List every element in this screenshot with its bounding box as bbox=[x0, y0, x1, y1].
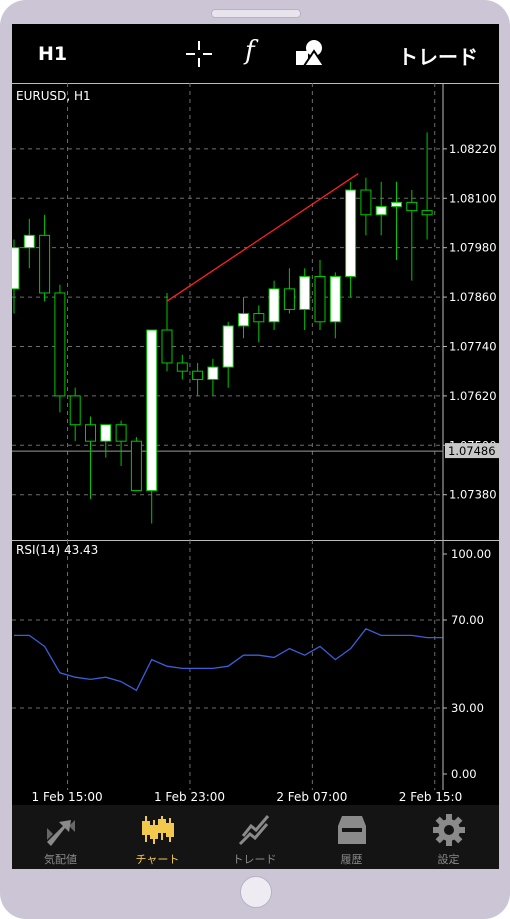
time-tick-label: 2 Feb 15:0 bbox=[399, 790, 462, 804]
candle-body bbox=[100, 424, 112, 442]
candle-body bbox=[222, 325, 234, 368]
candle-body bbox=[192, 370, 204, 380]
nav-label: 履歴 bbox=[340, 853, 363, 866]
candle-body bbox=[314, 276, 326, 323]
price-tick-label: 1.07980 bbox=[449, 241, 497, 255]
nav-label: 気配値 bbox=[44, 853, 77, 866]
candle-body bbox=[406, 201, 418, 212]
time-axis: 1 Feb 15:00 1 Feb 23:00 2 Feb 07:00 2 Feb 1… bbox=[32, 790, 463, 804]
nav-history[interactable]: 履歴 bbox=[303, 805, 400, 869]
nav-label: チャート bbox=[135, 853, 180, 866]
candle-body bbox=[85, 424, 96, 442]
time-tick-label: 2 Feb 07:00 bbox=[276, 790, 347, 804]
candle-body bbox=[253, 313, 265, 323]
home-button[interactable] bbox=[240, 876, 272, 908]
candle-body bbox=[375, 206, 387, 216]
rsi-chart-background bbox=[12, 540, 499, 790]
objects-icon[interactable] bbox=[295, 38, 326, 68]
nav-label: トレード bbox=[232, 853, 277, 866]
indicators-icon[interactable]: f bbox=[245, 36, 255, 66]
rsi-tick-label: 30.00 bbox=[451, 701, 484, 715]
nav-quotes[interactable]: 気配値 bbox=[12, 805, 109, 869]
candle-body bbox=[345, 189, 357, 278]
candle-body bbox=[391, 201, 402, 208]
candle-body bbox=[146, 329, 158, 492]
trade-icon bbox=[238, 815, 270, 846]
candle-body bbox=[176, 362, 188, 372]
symbol-title: EURUSD, H1 bbox=[16, 89, 91, 103]
crosshair-icon[interactable] bbox=[185, 40, 213, 68]
time-tick-label: 1 Feb 23:00 bbox=[154, 790, 225, 804]
top-toolbar: H1 f トレード bbox=[12, 24, 499, 82]
candle-body bbox=[130, 440, 142, 492]
rsi-chart[interactable]: 100.00 70.00 30.00 0.00 RSI(14) 43.43 bbox=[12, 540, 499, 790]
nav-label: 設定 bbox=[437, 853, 460, 866]
rsi-title: RSI(14) 43.43 bbox=[16, 543, 98, 557]
price-tick-label: 1.07740 bbox=[449, 339, 497, 353]
rsi-tick-label: 70.00 bbox=[451, 613, 484, 627]
candle-body bbox=[54, 292, 66, 397]
nav-settings[interactable]: 設定 bbox=[400, 805, 497, 869]
nav-chart[interactable]: チャート bbox=[109, 805, 206, 869]
candle-body bbox=[283, 288, 295, 310]
phone-speaker bbox=[211, 9, 301, 18]
phone-frame: H1 f トレード 1.08220 1.08100 1.07980 1.0786… bbox=[0, 0, 510, 919]
candle-body bbox=[207, 366, 219, 380]
app-screen: H1 f トレード 1.08220 1.08100 1.07980 1.0786… bbox=[12, 24, 499, 869]
price-tick-label: 1.08100 bbox=[449, 191, 497, 205]
candle-body bbox=[329, 276, 341, 323]
price-tick-label: 1.07860 bbox=[449, 290, 497, 304]
time-tick-label: 1 Feb 15:00 bbox=[32, 790, 103, 804]
candle-body bbox=[23, 234, 35, 249]
current-price-label: 1.07486 bbox=[448, 444, 496, 458]
candle-body bbox=[39, 234, 51, 294]
quotes-icon bbox=[47, 820, 75, 846]
price-tick-label: 1.07380 bbox=[449, 488, 497, 502]
candle-body bbox=[360, 189, 372, 216]
settings-icon bbox=[433, 814, 465, 846]
candle-body bbox=[299, 276, 311, 310]
candle-body bbox=[12, 247, 20, 290]
timeframe-button[interactable]: H1 bbox=[38, 43, 67, 65]
rsi-tick-label: 0.00 bbox=[451, 767, 477, 781]
candle-body bbox=[238, 313, 249, 327]
candle-body bbox=[161, 329, 173, 364]
price-chart-background bbox=[12, 83, 499, 540]
price-tick-label: 1.07620 bbox=[449, 389, 497, 403]
price-chart[interactable]: 1.08220 1.08100 1.07980 1.07860 1.07740 1.076… bbox=[12, 83, 499, 540]
chart-icon bbox=[142, 816, 174, 844]
candle-body bbox=[268, 288, 280, 323]
candle-body bbox=[115, 424, 127, 442]
candle-body bbox=[421, 210, 433, 216]
nav-trade[interactable]: トレード bbox=[206, 805, 303, 869]
candle-body bbox=[69, 395, 81, 426]
bottom-navigation: 気配値 チャート トレード 履歴 設定 bbox=[12, 805, 499, 869]
rsi-tick-label: 100.00 bbox=[451, 547, 491, 561]
trade-button[interactable]: トレード bbox=[398, 41, 478, 70]
price-tick-label: 1.08220 bbox=[449, 142, 497, 156]
history-icon bbox=[338, 816, 366, 844]
